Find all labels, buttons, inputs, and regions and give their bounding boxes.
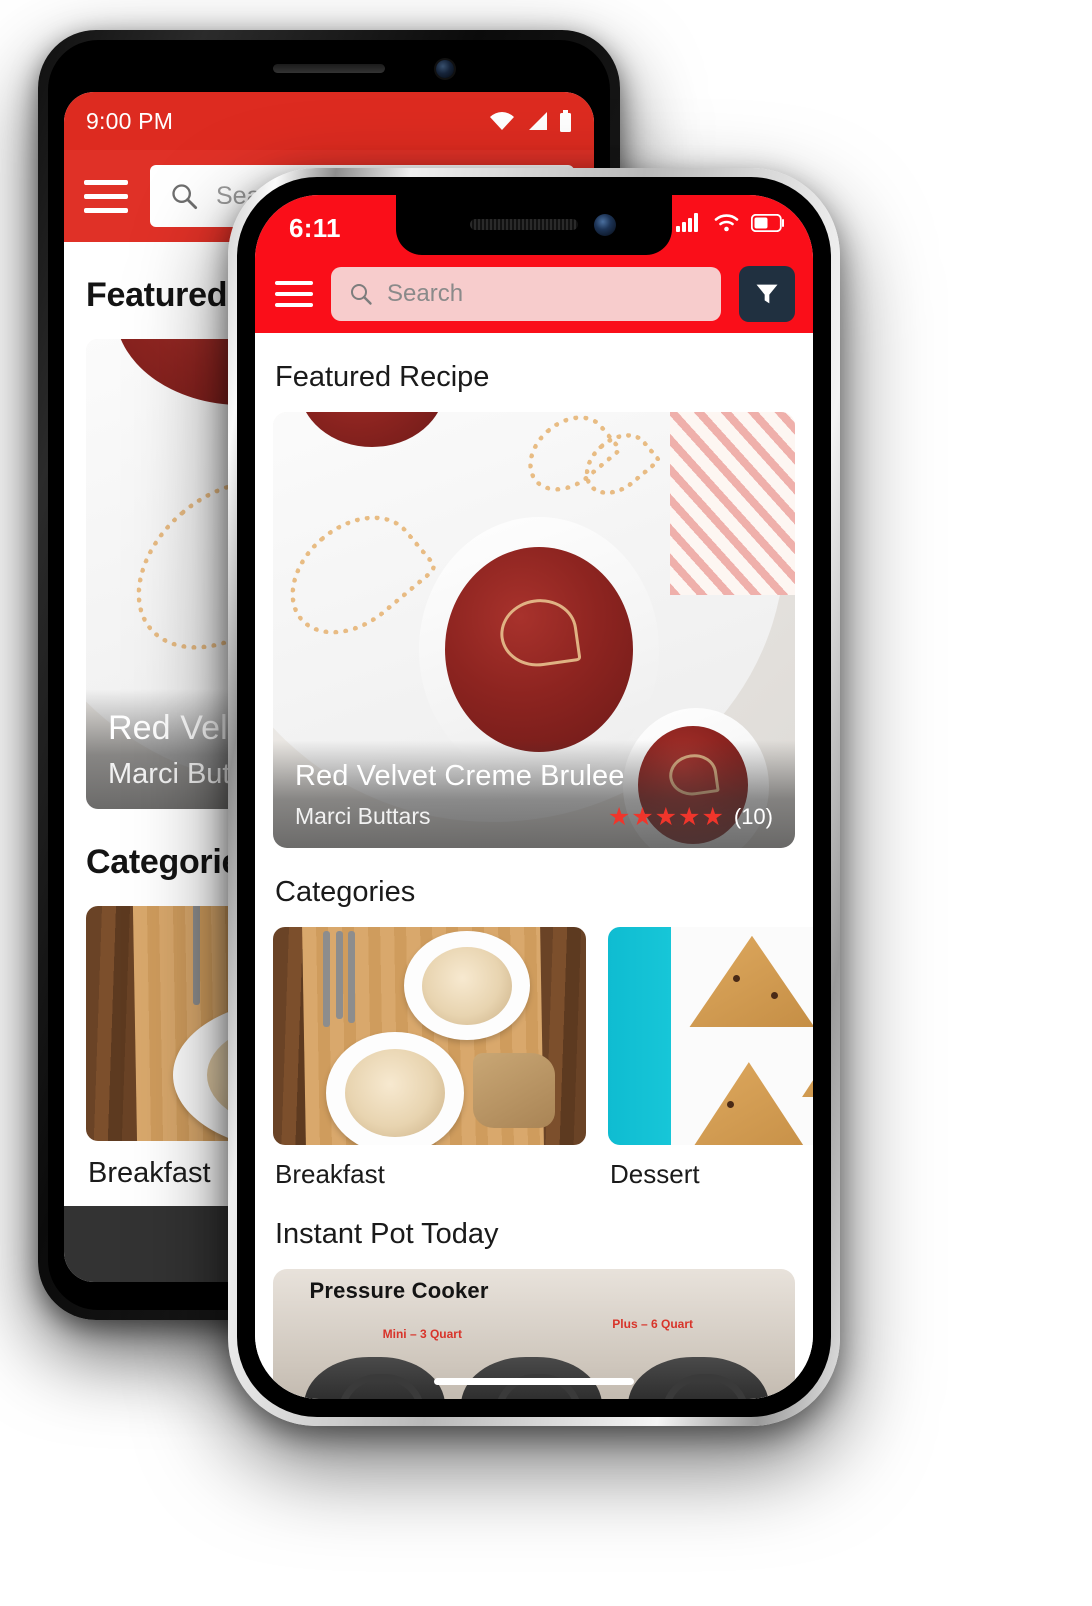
categories-list: Breakfast Dessert: [273, 927, 813, 1190]
instant-pot-label-right: Plus – 6 Quart: [612, 1316, 693, 1331]
cell-signal-icon: [676, 213, 698, 232]
battery-icon: [751, 213, 784, 232]
front-camera-icon: [594, 214, 616, 236]
category-label-dessert: Dessert: [610, 1159, 700, 1189]
wifi-icon: [490, 112, 514, 130]
search-icon: [351, 284, 372, 305]
wifi-icon: [714, 214, 739, 232]
cell-signal-icon: [529, 112, 547, 130]
iphone-screen: 6:11 Search Featured Recipe Red Velvet C…: [255, 195, 813, 1399]
home-indicator[interactable]: [434, 1378, 634, 1385]
hamburger-menu-icon[interactable]: [84, 179, 128, 213]
featured-recipe-overlay: Red Velvet Creme Brulee Marci Buttars ★★…: [273, 740, 795, 848]
categories-heading: Categories: [275, 876, 416, 908]
category-card-dessert[interactable]: Dessert: [608, 927, 813, 1190]
featured-recipe-author: Marci Buttars: [295, 803, 431, 829]
search-input[interactable]: Search: [331, 267, 721, 321]
android-earpiece-speaker: [273, 64, 385, 73]
iphone-notch: [396, 195, 672, 255]
status-clock: 6:11: [289, 213, 341, 243]
android-status-icons: [489, 110, 572, 132]
hamburger-menu-icon[interactable]: [275, 281, 313, 307]
featured-recipe-card[interactable]: Red Velvet Creme Brulee Marci Buttars ★★…: [273, 412, 795, 848]
search-icon: [172, 184, 198, 210]
featured-recipe-title: Red Velvet Creme Brulee: [295, 760, 625, 792]
earpiece-speaker-icon: [470, 219, 578, 230]
rating: ★★★★★ (10): [608, 804, 773, 830]
category-label-breakfast: Breakfast: [275, 1159, 385, 1189]
star-rating-icon: ★★★★★: [607, 802, 725, 831]
filter-button[interactable]: [739, 266, 795, 322]
app-bar: Search: [255, 255, 813, 333]
status-icons: [676, 213, 785, 232]
search-placeholder: Search: [387, 280, 464, 307]
featured-recipe-meta: Marci Buttars ★★★★★ (10): [295, 803, 773, 830]
filter-funnel-icon: [756, 284, 778, 304]
category-image-dessert: [608, 927, 813, 1145]
review-count: (10): [733, 804, 773, 829]
iphone-bezel: 6:11 Search Featured Recipe Red Velvet C…: [237, 177, 831, 1417]
battery-icon: [560, 110, 571, 132]
screenshot-stage: 9:00 PM Featured Recipe Red Velvet Marci…: [0, 0, 1092, 1606]
iphone-mockup: 6:11 Search Featured Recipe Red Velvet C…: [228, 168, 840, 1426]
android-status-bar: 9:00 PM: [64, 92, 594, 150]
instant-pot-heading: Instant Pot Today: [275, 1218, 499, 1250]
category-image-breakfast: [273, 927, 586, 1145]
category-card-breakfast[interactable]: Breakfast: [273, 927, 586, 1190]
app-content: Featured Recipe Red Velvet Creme Brulee …: [255, 333, 813, 1399]
instant-pot-label-left: Mini – 3 Quart: [382, 1326, 462, 1341]
android-front-camera: [436, 60, 454, 78]
android-status-clock: 9:00 PM: [86, 107, 174, 134]
featured-recipe-heading: Featured Recipe: [275, 361, 490, 393]
instant-pot-image-title: Pressure Cooker: [309, 1277, 489, 1303]
